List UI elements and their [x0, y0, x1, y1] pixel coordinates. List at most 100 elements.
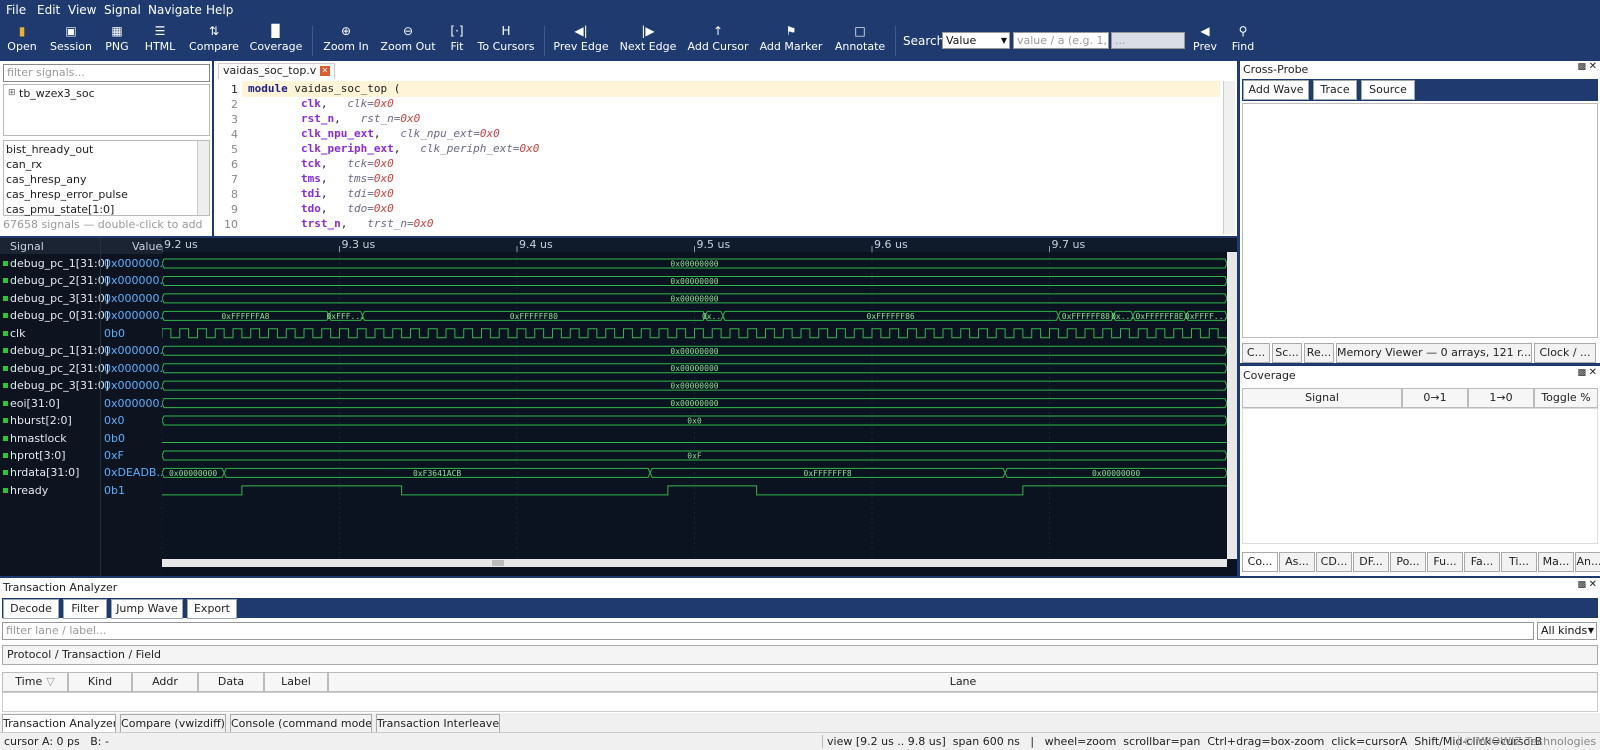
add-marker-button[interactable]: ⚑ Add Marker — [758, 20, 824, 60]
to-cursors-button[interactable]: H To Cursors — [476, 20, 536, 60]
signal-row[interactable]: clk 0b0 — [0, 325, 162, 342]
waveform-canvas[interactable]: 9.2 us 9.3 us 9.4 us 9.5 us 9.6 us 9.7 us0x00… — [161, 238, 1237, 576]
bus-value-label: 0x... — [702, 312, 726, 321]
tab-coverage-4[interactable]: DF... — [1353, 552, 1389, 572]
signal-row[interactable]: debug_pc_1[31:0] 0x000000... — [0, 342, 170, 359]
list-item[interactable]: cas_hresp_any — [6, 173, 86, 186]
next-edge-button[interactable]: |▶ Next Edge — [618, 20, 678, 60]
tab-coverage-2[interactable]: As... — [1279, 552, 1315, 572]
tab-coverage-9[interactable]: Ma... — [1538, 552, 1574, 572]
scrollbar[interactable] — [197, 141, 209, 215]
column-header-data[interactable]: Data — [198, 672, 264, 692]
prev-edge-button[interactable]: ◀| Prev Edge — [552, 20, 610, 60]
tab-coverage-8[interactable]: Ti... — [1501, 552, 1537, 572]
signal-row[interactable]: debug_pc_0[31:0] 0x000000... — [0, 307, 170, 324]
tab-memory-viewer[interactable]: Memory Viewer — 0 arrays, 121 r... — [1336, 343, 1532, 363]
list-item[interactable]: can_rx — [6, 158, 42, 171]
filter-signals-input[interactable]: filter signals... — [3, 64, 210, 82]
menu-view[interactable]: View — [68, 3, 96, 17]
signal-row[interactable]: debug_pc_3[31:0] 0x000000... — [0, 377, 170, 394]
filter-button[interactable]: Filter — [63, 599, 107, 619]
lane-filter-input[interactable]: filter lane / label... — [2, 622, 1534, 640]
prev-button[interactable]: ◀ Prev — [1190, 20, 1220, 60]
tab-coverage-1[interactable]: Co... — [1242, 552, 1278, 572]
search-mode-select[interactable]: Value ▼ — [942, 32, 1010, 49]
tab-sc[interactable]: Sc... — [1272, 343, 1302, 363]
column-header-time[interactable]: Time ▽ — [2, 672, 68, 692]
tree-root-item[interactable]: tb_wzex3_soc — [19, 87, 95, 100]
signal-row[interactable]: eoi[31:0] 0x000000... — [0, 395, 170, 412]
add-wave-button[interactable]: Add Wave — [1243, 80, 1309, 100]
tab-coverage-5[interactable]: Po... — [1390, 552, 1426, 572]
decode-button[interactable]: Decode — [3, 599, 59, 619]
column-header-rise[interactable]: 0→1 — [1402, 388, 1468, 408]
tab-compare[interactable]: Compare (vwizdiff) — [120, 714, 226, 734]
close-icon[interactable]: ✕ — [1589, 579, 1597, 590]
tab-re[interactable]: Re... — [1304, 343, 1334, 363]
list-item[interactable]: bist_hready_out — [6, 143, 93, 156]
signal-row[interactable]: debug_pc_1[31:0] 0x000000... — [0, 255, 170, 272]
tab-c[interactable]: C... — [1242, 343, 1270, 363]
open-button[interactable]: ▮ Open — [2, 20, 42, 60]
list-item[interactable]: cas_pmu_state[1:0] — [6, 203, 114, 216]
scrollbar[interactable] — [1223, 81, 1235, 234]
tab-coverage-3[interactable]: CD... — [1316, 552, 1352, 572]
trace-button[interactable]: Trace — [1313, 80, 1357, 100]
session-button[interactable]: ▣ Session — [48, 20, 94, 60]
search-input[interactable]: value / a (e.g. 1,... — [1013, 32, 1109, 49]
zoom-in-button[interactable]: ⊕ Zoom In — [320, 20, 372, 60]
png-button[interactable]: ▦ PNG — [100, 20, 134, 60]
menu-navigate[interactable]: Navigate — [148, 3, 202, 17]
tab-coverage-6[interactable]: Fu... — [1427, 552, 1463, 572]
column-header-lane[interactable]: Lane — [328, 672, 1598, 692]
add-cursor-button[interactable]: ↑ Add Cursor — [686, 20, 750, 60]
signal-row[interactable]: debug_pc_3[31:0] 0x000000... — [0, 290, 170, 307]
float-icon[interactable]: ▩ — [1577, 580, 1586, 590]
coverage-button[interactable]: ▉ Coverage — [248, 20, 304, 60]
tab-coverage-7[interactable]: Fa... — [1464, 552, 1500, 572]
close-icon[interactable]: ✕ — [1589, 61, 1597, 72]
float-icon[interactable]: ▩ — [1577, 62, 1586, 72]
tab-console[interactable]: Console (command mode) — [230, 714, 372, 734]
annotate-button[interactable]: □ Annotate — [832, 20, 888, 60]
signal-value: 0x000000... — [104, 291, 170, 305]
html-button[interactable]: ☰ HTML — [140, 20, 180, 60]
column-header-signal[interactable]: Signal — [1242, 388, 1402, 408]
export-button[interactable]: Export — [187, 599, 237, 619]
signal-row[interactable]: debug_pc_2[31:0] 0x000000... — [0, 360, 170, 377]
float-icon[interactable]: ▩ — [1577, 368, 1586, 378]
search-extra-input[interactable]: ... — [1111, 32, 1185, 49]
signal-row[interactable]: debug_pc_2[31:0] 0x000000... — [0, 272, 170, 289]
column-header-addr[interactable]: Addr — [132, 672, 198, 692]
jump-wave-button[interactable]: Jump Wave — [111, 599, 183, 619]
list-item[interactable]: cas_hresp_error_pulse — [6, 188, 128, 201]
column-header-fall[interactable]: 1→0 — [1468, 388, 1534, 408]
tab-coverage-10[interactable]: An... — [1575, 552, 1600, 572]
fit-button[interactable]: [·] Fit — [444, 20, 470, 60]
close-icon[interactable]: ✕ — [1589, 367, 1597, 378]
column-header-toggle[interactable]: Toggle % — [1534, 388, 1598, 408]
waveform-view[interactable]: 9.2 us 9.3 us 9.4 us 9.5 us 9.6 us 9.7 us 0x00… — [161, 238, 1237, 576]
column-header-kind[interactable]: Kind — [68, 672, 132, 692]
kinds-select[interactable]: All kinds ▼ — [1537, 622, 1597, 640]
tab-clock[interactable]: Clock / ... — [1534, 343, 1596, 363]
zoom-out-button[interactable]: ⊖ Zoom Out — [380, 20, 436, 60]
signal-row[interactable]: hburst[2:0] 0x0 — [0, 412, 162, 429]
tab-transaction-analyzer[interactable]: Transaction Analyzer — [2, 714, 116, 734]
close-icon[interactable]: ✕ — [319, 66, 330, 76]
source-button[interactable]: Source — [1361, 80, 1415, 100]
tab-source-file[interactable]: vaidas_soc_top.v ✕ — [218, 63, 335, 79]
menu-signal[interactable]: Signal — [104, 3, 141, 17]
find-button[interactable]: ⚲ Find — [1228, 20, 1258, 60]
signal-row[interactable]: hready 0b1 — [0, 482, 162, 499]
signal-row[interactable]: hprot[3:0] 0xF — [0, 447, 162, 464]
signal-row[interactable]: hrdata[31:0] 0xDEADB... — [0, 464, 167, 481]
tab-transaction-interleave[interactable]: Transaction Interleave — [376, 714, 500, 734]
column-header-label[interactable]: Label — [264, 672, 328, 692]
menu-edit[interactable]: Edit — [37, 3, 60, 17]
signal-row[interactable]: hmastlock 0b0 — [0, 430, 162, 447]
menu-help[interactable]: Help — [206, 3, 233, 17]
expand-icon[interactable]: ⊞ — [8, 88, 16, 98]
compare-button[interactable]: ⇅ Compare — [186, 20, 242, 60]
menu-file[interactable]: File — [6, 3, 26, 17]
